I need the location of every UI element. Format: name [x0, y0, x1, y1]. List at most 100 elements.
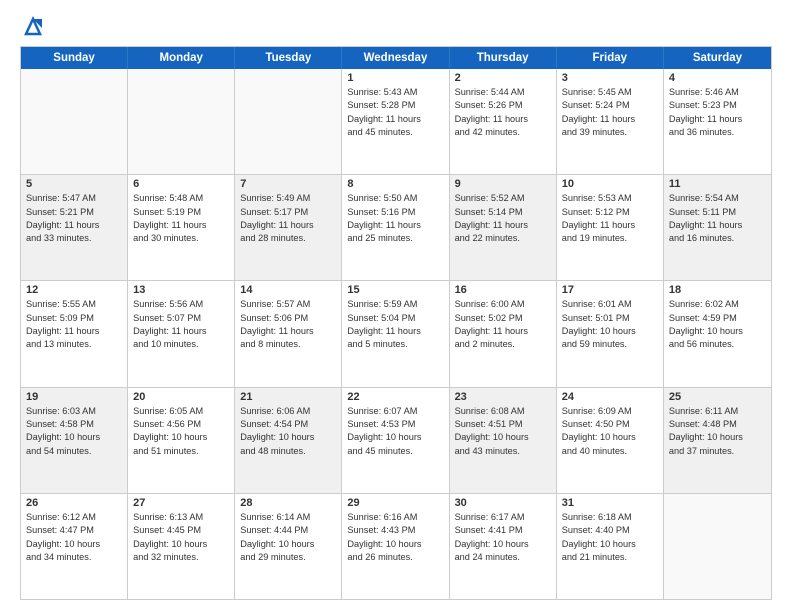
day-number: 12 — [26, 284, 122, 296]
day-cell: 24Sunrise: 6:09 AM Sunset: 4:50 PM Dayli… — [557, 388, 664, 493]
day-cell: 25Sunrise: 6:11 AM Sunset: 4:48 PM Dayli… — [664, 388, 771, 493]
day-number: 23 — [455, 391, 551, 403]
day-cell: 8 Sunrise: 5:50 AM Sunset: 5:16 PM Daylig… — [342, 175, 449, 280]
day-header: Thursday — [450, 47, 557, 69]
day-info: Sunrise: 6:18 AM Sunset: 4:40 PM Dayligh… — [562, 511, 658, 564]
day-number: 18 — [669, 284, 766, 296]
day-info: Sunrise: 6:05 AM Sunset: 4:56 PM Dayligh… — [133, 405, 229, 458]
day-info: Sunrise: 5:43 AM Sunset: 5:28 PM Dayligh… — [347, 86, 443, 139]
day-cell: 21 Sunrise: 6:06 AM Sunset: 4:54 PM Dayli… — [235, 388, 342, 493]
day-number: 29 — [347, 497, 443, 509]
day-number: 28 — [240, 497, 336, 509]
day-info: Sunrise: 5:55 AM Sunset: 5:09 PM Dayligh… — [26, 298, 122, 351]
day-cell: 3 Sunrise: 5:45 AM Sunset: 5:24 PM Daylig… — [557, 69, 664, 174]
day-cell: 12 Sunrise: 5:55 AM Sunset: 5:09 PM Dayli… — [21, 281, 128, 386]
day-info: Sunrise: 5:57 AM Sunset: 5:06 PM Dayligh… — [240, 298, 336, 351]
day-info: Sunrise: 5:46 AM Sunset: 5:23 PM Dayligh… — [669, 86, 766, 139]
day-number: 16 — [455, 284, 551, 296]
day-number: 11 — [669, 178, 766, 190]
day-info: Sunrise: 5:53 AM Sunset: 5:12 PM Dayligh… — [562, 192, 658, 245]
day-number: 21 — [240, 391, 336, 403]
day-cell: 31 Sunrise: 6:18 AM Sunset: 4:40 PM Dayli… — [557, 494, 664, 599]
day-number: 10 — [562, 178, 658, 190]
day-number: 14 — [240, 284, 336, 296]
logo — [20, 16, 44, 36]
day-cell: 1 Sunrise: 5:43 AM Sunset: 5:28 PM Daylig… — [342, 69, 449, 174]
day-header: Saturday — [664, 47, 771, 69]
day-cell: 29Sunrise: 6:16 AM Sunset: 4:43 PM Dayli… — [342, 494, 449, 599]
day-info: Sunrise: 5:48 AM Sunset: 5:19 PM Dayligh… — [133, 192, 229, 245]
day-header: Monday — [128, 47, 235, 69]
week-row: 1 Sunrise: 5:43 AM Sunset: 5:28 PM Daylig… — [21, 69, 771, 174]
day-cell — [21, 69, 128, 174]
day-number: 27 — [133, 497, 229, 509]
day-headers: SundayMondayTuesdayWednesdayThursdayFrid… — [21, 47, 771, 69]
day-cell — [664, 494, 771, 599]
day-info: Sunrise: 6:17 AM Sunset: 4:41 PM Dayligh… — [455, 511, 551, 564]
header — [20, 16, 772, 36]
day-cell — [235, 69, 342, 174]
day-cell: 20 Sunrise: 6:05 AM Sunset: 4:56 PM Dayli… — [128, 388, 235, 493]
day-cell: 17Sunrise: 6:01 AM Sunset: 5:01 PM Dayli… — [557, 281, 664, 386]
day-info: Sunrise: 5:52 AM Sunset: 5:14 PM Dayligh… — [455, 192, 551, 245]
day-info: Sunrise: 6:00 AM Sunset: 5:02 PM Dayligh… — [455, 298, 551, 351]
day-header: Friday — [557, 47, 664, 69]
day-number: 2 — [455, 72, 551, 84]
day-info: Sunrise: 6:14 AM Sunset: 4:44 PM Dayligh… — [240, 511, 336, 564]
day-number: 1 — [347, 72, 443, 84]
day-info: Sunrise: 6:02 AM Sunset: 4:59 PM Dayligh… — [669, 298, 766, 351]
day-number: 26 — [26, 497, 122, 509]
day-cell: 9 Sunrise: 5:52 AM Sunset: 5:14 PM Daylig… — [450, 175, 557, 280]
day-cell: 22Sunrise: 6:07 AM Sunset: 4:53 PM Dayli… — [342, 388, 449, 493]
day-cell: 26 Sunrise: 6:12 AM Sunset: 4:47 PM Dayli… — [21, 494, 128, 599]
day-info: Sunrise: 5:45 AM Sunset: 5:24 PM Dayligh… — [562, 86, 658, 139]
logo-icon — [22, 16, 44, 36]
day-cell: 5Sunrise: 5:47 AM Sunset: 5:21 PM Daylig… — [21, 175, 128, 280]
day-number: 30 — [455, 497, 551, 509]
day-header: Sunday — [21, 47, 128, 69]
day-info: Sunrise: 5:56 AM Sunset: 5:07 PM Dayligh… — [133, 298, 229, 351]
day-number: 5 — [26, 178, 122, 190]
day-cell: 4 Sunrise: 5:46 AM Sunset: 5:23 PM Daylig… — [664, 69, 771, 174]
day-info: Sunrise: 6:06 AM Sunset: 4:54 PM Dayligh… — [240, 405, 336, 458]
day-info: Sunrise: 6:11 AM Sunset: 4:48 PM Dayligh… — [669, 405, 766, 458]
calendar: SundayMondayTuesdayWednesdayThursdayFrid… — [20, 46, 772, 600]
week-row: 26 Sunrise: 6:12 AM Sunset: 4:47 PM Dayli… — [21, 493, 771, 599]
day-number: 22 — [347, 391, 443, 403]
day-info: Sunrise: 5:59 AM Sunset: 5:04 PM Dayligh… — [347, 298, 443, 351]
week-row: 5Sunrise: 5:47 AM Sunset: 5:21 PM Daylig… — [21, 174, 771, 280]
day-info: Sunrise: 6:13 AM Sunset: 4:45 PM Dayligh… — [133, 511, 229, 564]
page: SundayMondayTuesdayWednesdayThursdayFrid… — [0, 0, 792, 612]
week-row: 19Sunrise: 6:03 AM Sunset: 4:58 PM Dayli… — [21, 387, 771, 493]
day-info: Sunrise: 6:08 AM Sunset: 4:51 PM Dayligh… — [455, 405, 551, 458]
day-info: Sunrise: 5:50 AM Sunset: 5:16 PM Dayligh… — [347, 192, 443, 245]
day-cell: 19Sunrise: 6:03 AM Sunset: 4:58 PM Dayli… — [21, 388, 128, 493]
day-cell — [128, 69, 235, 174]
day-cell: 14 Sunrise: 5:57 AM Sunset: 5:06 PM Dayli… — [235, 281, 342, 386]
day-number: 20 — [133, 391, 229, 403]
day-cell: 15 Sunrise: 5:59 AM Sunset: 5:04 PM Dayli… — [342, 281, 449, 386]
day-info: Sunrise: 6:12 AM Sunset: 4:47 PM Dayligh… — [26, 511, 122, 564]
day-header: Wednesday — [342, 47, 449, 69]
day-info: Sunrise: 5:44 AM Sunset: 5:26 PM Dayligh… — [455, 86, 551, 139]
day-number: 4 — [669, 72, 766, 84]
day-number: 9 — [455, 178, 551, 190]
day-header: Tuesday — [235, 47, 342, 69]
day-cell: 16 Sunrise: 6:00 AM Sunset: 5:02 PM Dayli… — [450, 281, 557, 386]
day-number: 19 — [26, 391, 122, 403]
day-cell: 6 Sunrise: 5:48 AM Sunset: 5:19 PM Daylig… — [128, 175, 235, 280]
day-cell: 18 Sunrise: 6:02 AM Sunset: 4:59 PM Dayli… — [664, 281, 771, 386]
day-info: Sunrise: 6:01 AM Sunset: 5:01 PM Dayligh… — [562, 298, 658, 351]
day-cell: 28 Sunrise: 6:14 AM Sunset: 4:44 PM Dayli… — [235, 494, 342, 599]
day-info: Sunrise: 5:49 AM Sunset: 5:17 PM Dayligh… — [240, 192, 336, 245]
day-info: Sunrise: 5:54 AM Sunset: 5:11 PM Dayligh… — [669, 192, 766, 245]
weeks: 1 Sunrise: 5:43 AM Sunset: 5:28 PM Daylig… — [21, 69, 771, 599]
day-number: 3 — [562, 72, 658, 84]
day-number: 31 — [562, 497, 658, 509]
day-number: 8 — [347, 178, 443, 190]
day-info: Sunrise: 6:09 AM Sunset: 4:50 PM Dayligh… — [562, 405, 658, 458]
day-number: 6 — [133, 178, 229, 190]
day-number: 15 — [347, 284, 443, 296]
day-cell: 27 Sunrise: 6:13 AM Sunset: 4:45 PM Dayli… — [128, 494, 235, 599]
day-number: 13 — [133, 284, 229, 296]
